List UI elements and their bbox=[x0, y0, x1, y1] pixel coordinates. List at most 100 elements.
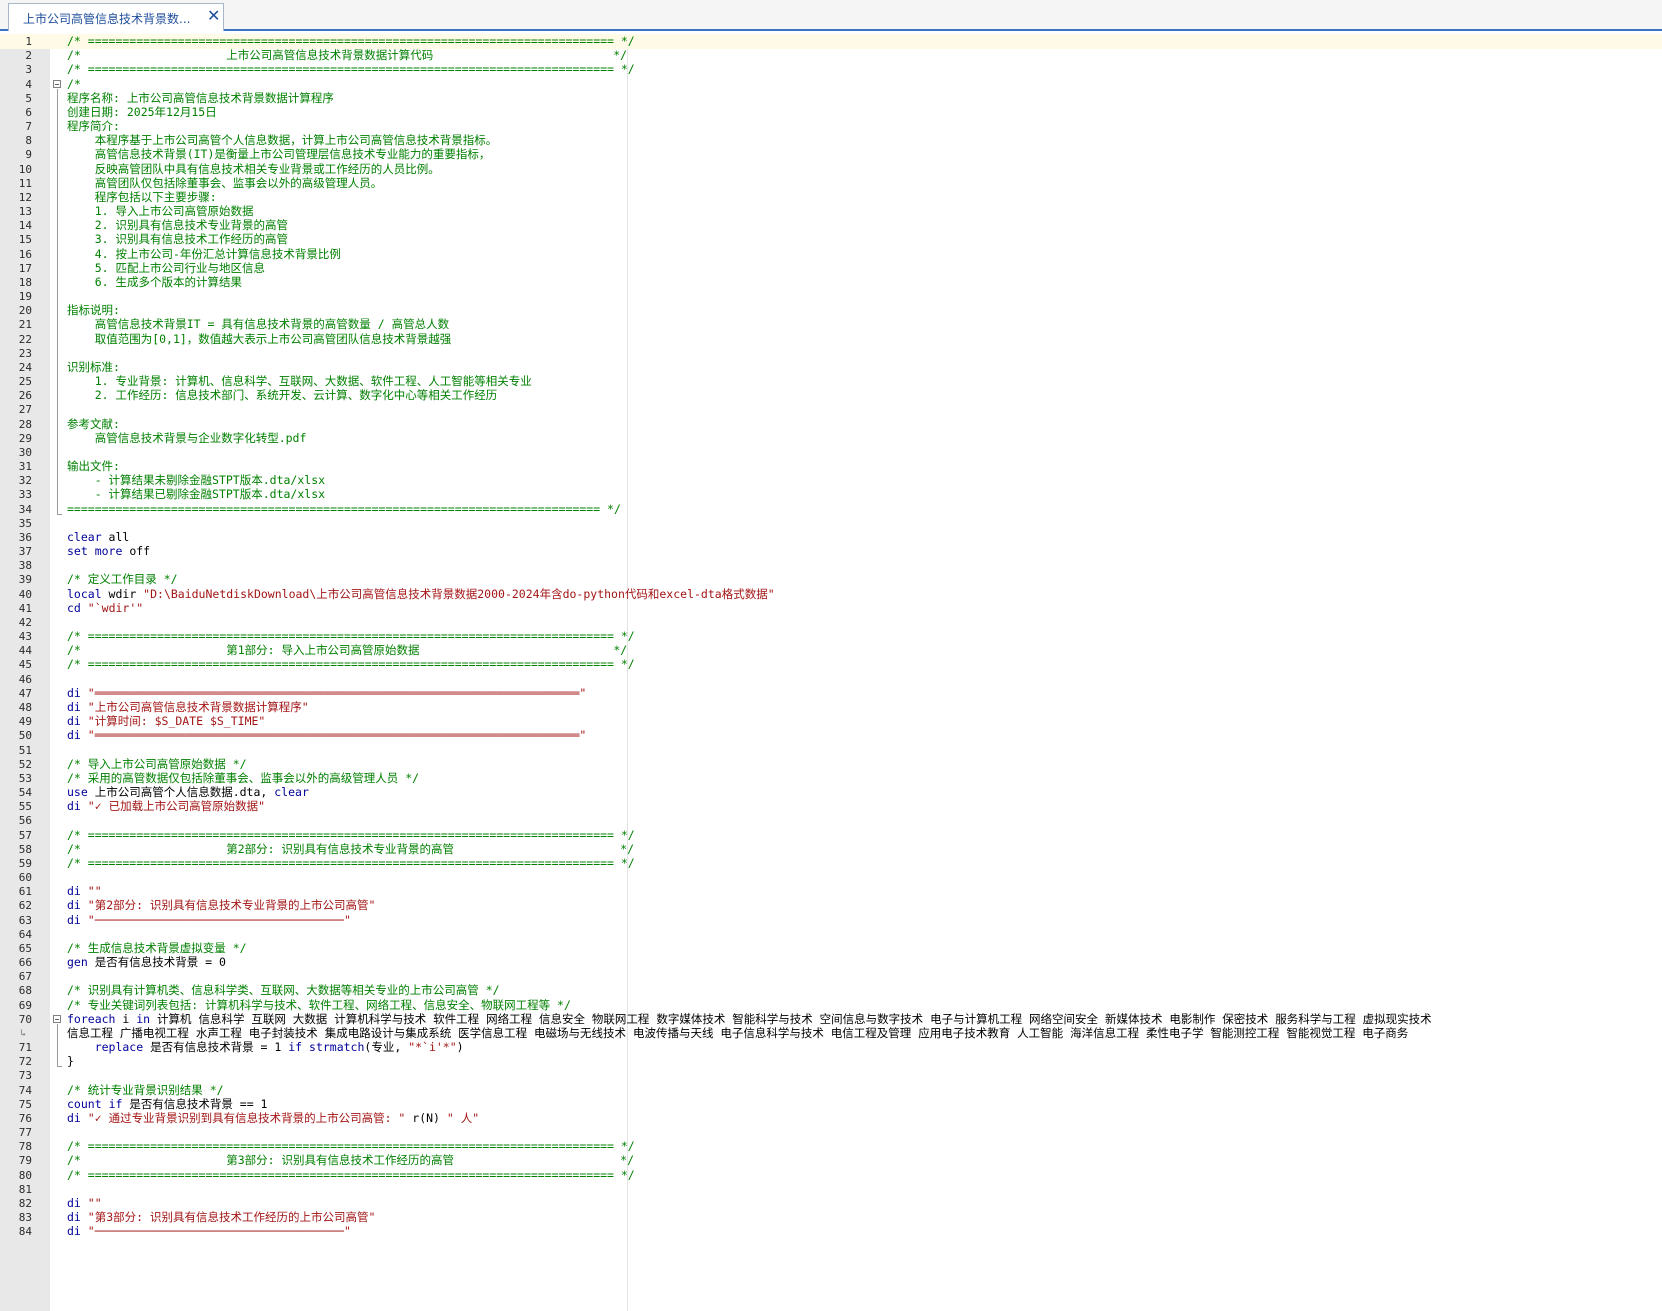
code-line[interactable]: 63 di "──────────────────────────────────… bbox=[0, 913, 1662, 928]
code-line[interactable]: 46 bbox=[0, 672, 1662, 687]
code-text[interactable]: 识别标准: bbox=[67, 360, 120, 375]
code-text[interactable]: di "════════════════════════════════════… bbox=[67, 728, 586, 743]
code-text[interactable]: di "════════════════════════════════════… bbox=[67, 686, 586, 701]
code-line[interactable]: 29 高管信息技术背景与企业数字化转型.pdf bbox=[0, 431, 1662, 446]
code-text[interactable]: /* =====================================… bbox=[67, 1139, 635, 1154]
code-text[interactable]: /* =====================================… bbox=[67, 1168, 635, 1183]
code-line[interactable]: 60 bbox=[0, 870, 1662, 885]
code-text[interactable]: 高管信息技术背景IT = 具有信息技术背景的高管数量 / 高管总人数 bbox=[67, 317, 449, 332]
code-line[interactable]: 41 cd "`wdir'" bbox=[0, 601, 1662, 616]
code-text[interactable]: 高管信息技术背景与企业数字化转型.pdf bbox=[67, 431, 307, 446]
code-line[interactable]: 5 程序名称: 上市公司高管信息技术背景数据计算程序 bbox=[0, 91, 1662, 106]
code-line[interactable]: 58 /* 第2部分: 识别具有信息技术专业背景的高管 */ bbox=[0, 842, 1662, 857]
code-text[interactable]: /* 采用的高管数据仅包括除董事会、监事会以外的高级管理人员 */ bbox=[67, 771, 419, 786]
code-text[interactable]: 程序简介: bbox=[67, 119, 120, 134]
code-text[interactable]: /* 第1部分: 导入上市公司高管原始数据 */ bbox=[67, 643, 627, 658]
code-text[interactable]: } bbox=[67, 1054, 74, 1069]
code-text[interactable]: 1. 导入上市公司高管原始数据 bbox=[67, 204, 254, 219]
code-text[interactable]: /* 识别具有计算机类、信息科学类、互联网、大数据等相关专业的上市公司高管 */ bbox=[67, 983, 500, 998]
code-text[interactable]: 6. 生成多个版本的计算结果 bbox=[67, 275, 242, 290]
code-text[interactable]: 参考文献: bbox=[67, 417, 120, 432]
code-line[interactable]: 19 bbox=[0, 289, 1662, 304]
code-text[interactable]: use 上市公司高管个人信息数据.dta, clear bbox=[67, 785, 309, 800]
code-text[interactable]: di "✓ 已加载上市公司高管原始数据" bbox=[67, 799, 265, 814]
code-line[interactable]: 68 /* 识别具有计算机类、信息科学类、互联网、大数据等相关专业的上市公司高管 … bbox=[0, 983, 1662, 998]
code-text[interactable]: di "" bbox=[67, 884, 102, 899]
code-line[interactable]: 12 程序包括以下主要步骤: bbox=[0, 190, 1662, 205]
code-line[interactable]: 75 count if 是否有信息技术背景 == 1 bbox=[0, 1097, 1662, 1112]
code-line[interactable]: 7 程序简介: bbox=[0, 119, 1662, 134]
code-text[interactable]: /* =====================================… bbox=[67, 657, 635, 672]
code-text[interactable]: /* =====================================… bbox=[67, 62, 635, 77]
code-line[interactable]: 57 /* ===================================… bbox=[0, 828, 1662, 843]
code-line[interactable]: 80 /* ===================================… bbox=[0, 1168, 1662, 1183]
code-text[interactable]: gen 是否有信息技术背景 = 0 bbox=[67, 955, 226, 970]
code-text[interactable]: 高管信息技术背景(IT)是衡量上市公司管理层信息技术专业能力的重要指标， bbox=[67, 147, 491, 162]
code-line[interactable]: 36 clear all bbox=[0, 530, 1662, 545]
code-line[interactable]: 83 di "第3部分: 识别具有信息技术工作经历的上市公司高管" bbox=[0, 1210, 1662, 1225]
code-line[interactable]: 13 1. 导入上市公司高管原始数据 bbox=[0, 204, 1662, 219]
code-text[interactable]: /* =====================================… bbox=[67, 828, 635, 843]
code-text[interactable]: 反映高管团队中具有信息技术相关专业背景或工作经历的人员比例。 bbox=[67, 162, 440, 177]
code-line[interactable]: 18 6. 生成多个版本的计算结果 bbox=[0, 275, 1662, 290]
code-line[interactable]: 72} bbox=[0, 1054, 1662, 1069]
code-text[interactable]: /* 生成信息技术背景虚拟变量 */ bbox=[67, 941, 247, 956]
fold-toggle-icon[interactable] bbox=[53, 79, 61, 88]
code-line[interactable]: 10 反映高管团队中具有信息技术相关专业背景或工作经历的人员比例。 bbox=[0, 162, 1662, 177]
code-line[interactable]: 76 di "✓ 通过专业背景识别到具有信息技术背景的上市公司高管: " r(N)… bbox=[0, 1111, 1662, 1126]
code-line[interactable]: 45 /* ===================================… bbox=[0, 657, 1662, 672]
code-line[interactable]: 56 bbox=[0, 813, 1662, 828]
code-text[interactable]: clear all bbox=[67, 530, 129, 545]
code-text[interactable]: di "上市公司高管信息技术背景数据计算程序" bbox=[67, 700, 309, 715]
code-line[interactable]: 79 /* 第3部分: 识别具有信息技术工作经历的高管 */ bbox=[0, 1153, 1662, 1168]
code-line[interactable]: 6 创建日期: 2025年12月15日 bbox=[0, 105, 1662, 120]
code-line[interactable]: 9 高管信息技术背景(IT)是衡量上市公司管理层信息技术专业能力的重要指标， bbox=[0, 147, 1662, 162]
code-text[interactable]: /* 导入上市公司高管原始数据 */ bbox=[67, 757, 247, 772]
code-text[interactable]: 程序名称: 上市公司高管信息技术背景数据计算程序 bbox=[67, 91, 334, 106]
code-line[interactable]: 31 输出文件: bbox=[0, 459, 1662, 474]
code-line[interactable]: 35 bbox=[0, 516, 1662, 531]
code-line[interactable]: 59 /* ===================================… bbox=[0, 856, 1662, 871]
code-line[interactable]: 32 - 计算结果未剔除金融STPT版本.dta/xlsx bbox=[0, 473, 1662, 488]
code-text[interactable]: /* =====================================… bbox=[67, 856, 635, 871]
code-text[interactable]: 2. 识别具有信息技术专业背景的高管 bbox=[67, 218, 288, 233]
code-text[interactable]: 3. 识别具有信息技术工作经历的高管 bbox=[67, 232, 288, 247]
code-text[interactable]: di "────────────────────────────────────… bbox=[67, 1224, 351, 1239]
code-text[interactable]: set more off bbox=[67, 544, 150, 559]
code-line[interactable]: 14 2. 识别具有信息技术专业背景的高管 bbox=[0, 218, 1662, 233]
code-line[interactable]: 4 /* bbox=[0, 77, 1662, 92]
code-text[interactable]: cd "`wdir'" bbox=[67, 601, 143, 616]
code-text[interactable]: count if 是否有信息技术背景 == 1 bbox=[67, 1097, 267, 1112]
code-text[interactable]: 高管团队仅包括除董事会、监事会以外的高级管理人员。 bbox=[67, 176, 383, 191]
code-line[interactable]: 16 4. 按上市公司-年份汇总计算信息技术背景比例 bbox=[0, 247, 1662, 262]
code-text[interactable]: /* 第2部分: 识别具有信息技术专业背景的高管 */ bbox=[67, 842, 634, 857]
code-text[interactable]: /* 定义工作目录 */ bbox=[67, 572, 178, 587]
close-icon[interactable]: ✕ bbox=[207, 7, 220, 25]
code-text[interactable]: /* bbox=[67, 77, 81, 92]
tab-title[interactable]: 上市公司高管信息技术背景数... bbox=[23, 10, 190, 27]
code-line[interactable]: 66 gen 是否有信息技术背景 = 0 bbox=[0, 955, 1662, 970]
code-text[interactable]: /* 第3部分: 识别具有信息技术工作经历的高管 */ bbox=[67, 1153, 634, 1168]
code-line[interactable]: 8 本程序基于上市公司高管个人信息数据，计算上市公司高管信息技术背景指标。 bbox=[0, 133, 1662, 148]
code-line[interactable]: 15 3. 识别具有信息技术工作经历的高管 bbox=[0, 232, 1662, 247]
code-line[interactable]: 1 /* ====================================… bbox=[0, 34, 1662, 49]
code-text[interactable]: /* 上市公司高管信息技术背景数据计算代码 */ bbox=[67, 48, 627, 63]
code-line[interactable]: 34 ======================================… bbox=[0, 502, 1662, 517]
code-line[interactable]: 67 bbox=[0, 969, 1662, 984]
code-text[interactable]: 输出文件: bbox=[67, 459, 120, 474]
code-text[interactable]: di "第2部分: 识别具有信息技术专业背景的上市公司高管" bbox=[67, 898, 375, 913]
code-text[interactable]: 创建日期: 2025年12月15日 bbox=[67, 105, 217, 120]
code-line[interactable]: 55 di "✓ 已加载上市公司高管原始数据" bbox=[0, 799, 1662, 814]
code-line[interactable]: ↳ 信息工程 广播电视工程 水声工程 电子封装技术 集成电路设计与集成系统 医学信… bbox=[0, 1026, 1662, 1041]
file-tab[interactable]: 上市公司高管信息技术背景数... ✕ bbox=[8, 3, 224, 31]
code-text[interactable]: local wdir "D:\BaiduNetdiskDownload\上市公司… bbox=[67, 587, 775, 602]
code-text[interactable]: 1. 专业背景: 计算机、信息科学、互联网、大数据、软件工程、人工智能等相关专业 bbox=[67, 374, 532, 389]
code-line[interactable]: 26 2. 工作经历: 信息技术部门、系统开发、云计算、数字化中心等相关工作经历 bbox=[0, 388, 1662, 403]
code-text[interactable]: 2. 工作经历: 信息技术部门、系统开发、云计算、数字化中心等相关工作经历 bbox=[67, 388, 498, 403]
code-line[interactable]: 27 bbox=[0, 402, 1662, 417]
code-line[interactable]: 42 bbox=[0, 615, 1662, 630]
code-line[interactable]: 11 高管团队仅包括除董事会、监事会以外的高级管理人员。 bbox=[0, 176, 1662, 191]
code-line[interactable]: 30 bbox=[0, 445, 1662, 460]
code-line[interactable]: 50 di "══════════════════════════════════… bbox=[0, 728, 1662, 743]
code-line[interactable]: 25 1. 专业背景: 计算机、信息科学、互联网、大数据、软件工程、人工智能等相… bbox=[0, 374, 1662, 389]
